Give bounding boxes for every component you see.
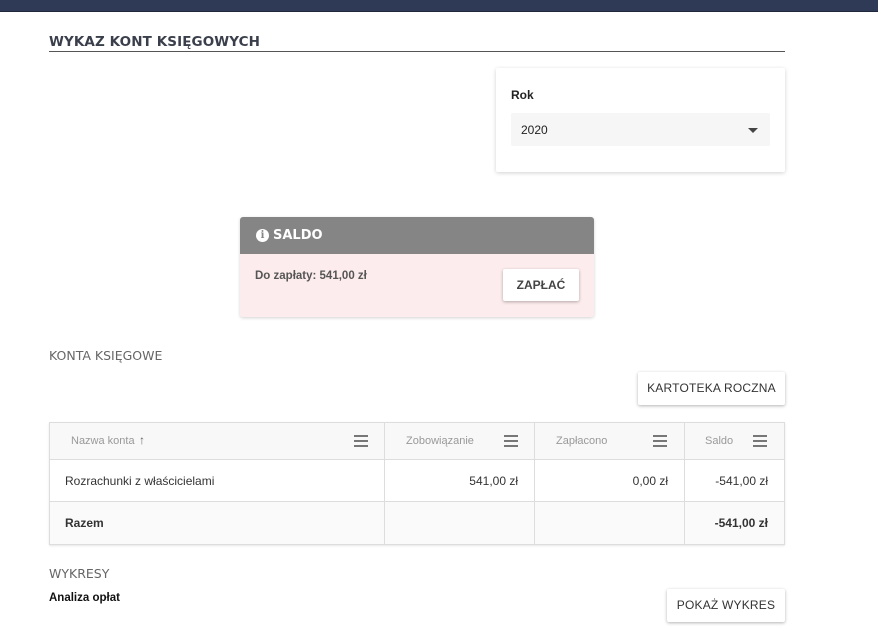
show-chart-button[interactable]: POKAŻ WYKRES	[667, 589, 785, 622]
annual-ledger-button[interactable]: KARTOTEKA ROCZNA	[638, 372, 785, 405]
total-label: Razem	[65, 516, 104, 530]
year-label: Rok	[511, 88, 534, 102]
page-title: WYKAZ KONT KSIĘGOWYCH	[49, 34, 785, 52]
year-filter-card: Rok 2020	[496, 68, 785, 172]
year-select-value: 2020	[521, 123, 548, 137]
pay-button[interactable]: ZAPŁAĆ	[503, 269, 579, 301]
top-bar	[0, 0, 878, 12]
sort-asc-icon[interactable]: ↑	[139, 433, 145, 447]
table-row[interactable]: Rozrachunki z właścicielami 541,00 zł 0,…	[50, 460, 784, 502]
column-header-name[interactable]: Nazwa konta ↑	[50, 423, 385, 459]
account-name: Rozrachunki z właścicielami	[65, 474, 215, 488]
saldo-body: Do zapłaty: 541,00 zł ZAPŁAĆ	[240, 254, 594, 317]
column-label: Zobowiązanie	[406, 435, 474, 447]
charts-section-title: WYKRESY	[49, 566, 110, 581]
column-header-balance[interactable]: Saldo	[685, 423, 784, 459]
column-menu-icon[interactable]	[753, 435, 767, 447]
column-label: Zapłacono	[556, 435, 608, 447]
info-icon: i	[256, 229, 269, 242]
column-menu-icon[interactable]	[354, 435, 368, 447]
year-select[interactable]: 2020	[511, 113, 770, 146]
table-header: Nazwa konta ↑ Zobowiązanie Zapłacono Sal…	[50, 423, 784, 460]
charts-subtitle: Analiza opłat	[49, 592, 120, 604]
column-label: Saldo	[705, 435, 734, 447]
amount-due: Do zapłaty: 541,00 zł	[255, 270, 367, 282]
saldo-header: i SALDO	[240, 217, 594, 254]
column-header-obligation[interactable]: Zobowiązanie	[385, 423, 535, 459]
accounts-section-title: KONTA KSIĘGOWE	[49, 348, 163, 363]
caret-down-icon	[748, 128, 758, 133]
column-menu-icon[interactable]	[653, 435, 667, 447]
obligation-value: 541,00 zł	[469, 474, 518, 488]
table-total-row: Razem -541,00 zł	[50, 502, 784, 544]
saldo-title: SALDO	[273, 228, 323, 243]
saldo-card: i SALDO Do zapłaty: 541,00 zł ZAPŁAĆ	[240, 217, 594, 317]
balance-value: -541,00 zł	[715, 474, 768, 488]
column-header-paid[interactable]: Zapłacono	[535, 423, 685, 459]
accounts-table: Nazwa konta ↑ Zobowiązanie Zapłacono Sal…	[49, 422, 785, 545]
column-menu-icon[interactable]	[504, 435, 518, 447]
total-balance: -541,00 zł	[714, 516, 768, 530]
paid-value: 0,00 zł	[632, 474, 668, 488]
column-label: Nazwa konta	[71, 435, 135, 447]
